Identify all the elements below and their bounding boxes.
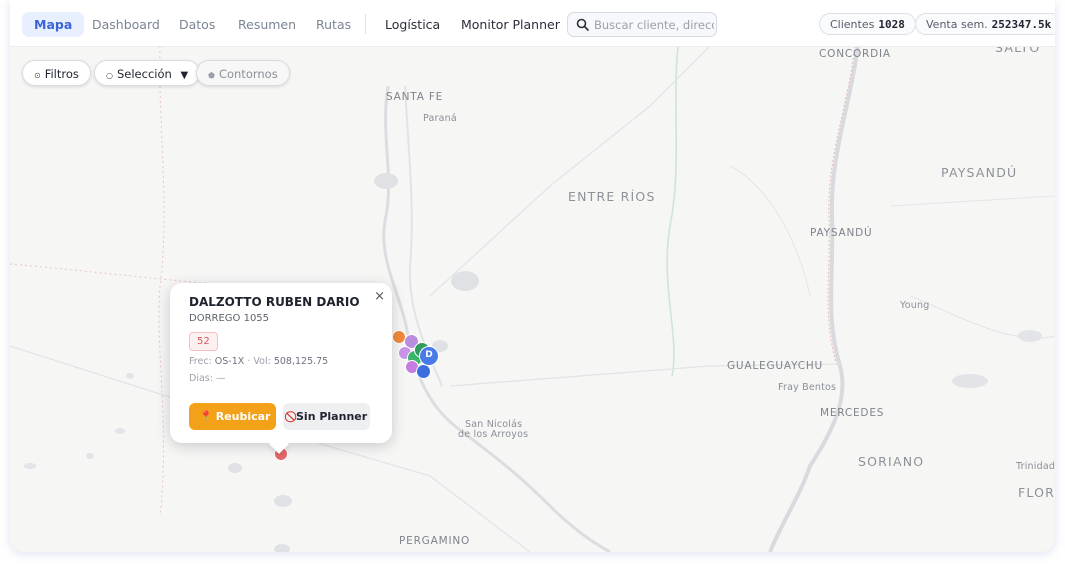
label-mercedes: MERCEDES (820, 407, 885, 419)
tab-resumen[interactable]: Resumen (226, 12, 308, 37)
vol-value: 508,125.75 (273, 356, 329, 367)
label-fray-bentos: Fray Bentos (778, 382, 837, 393)
filtros-label: Filtros (44, 67, 79, 81)
map-canvas[interactable]: SANTA FE Paraná ENTRE RÍOS CONCORDIA SAL… (10, 40, 1055, 552)
venta-value: 252347.5k (991, 18, 1052, 31)
clientes-stat: Clientes 1028 (819, 13, 916, 35)
client-badge: 52 (189, 332, 218, 351)
meta-separator: · (247, 356, 251, 367)
contornos-label: Contornos (218, 67, 278, 81)
label-trinidad: Trinidad (1016, 461, 1055, 472)
caret-down-icon: ▼ (180, 70, 189, 81)
sin-planner-label: Sin Planner (296, 410, 368, 423)
sin-planner-button[interactable]: ⃠Sin Planner (283, 403, 370, 430)
pentagon-icon: ⬟ (208, 71, 215, 80)
frec-value: OS-1X (214, 356, 245, 367)
filtros-button[interactable]: ⊙ Filtros (22, 60, 91, 86)
label-flores: FLORE (1018, 485, 1055, 500)
filter-icon: ⊙ (34, 71, 41, 80)
close-icon[interactable]: × (374, 289, 385, 304)
seleccion-dropdown[interactable]: ○ Selección ▼ (94, 60, 201, 86)
client-dias: Dias: — (189, 373, 225, 384)
clientes-label: Clientes (830, 18, 875, 31)
tab-monitor-planner[interactable]: Monitor Planner (449, 12, 572, 37)
dias-label: Dias: (189, 373, 213, 384)
clientes-value: 1028 (878, 18, 905, 31)
label-pergamino: PERGAMINO (399, 535, 471, 547)
client-frec-vol: Frec: OS-1X · Vol: 508,125.75 (189, 356, 328, 367)
client-address: DORREGO 1055 (189, 313, 270, 324)
nav-divider (365, 14, 366, 34)
tab-dashboard[interactable]: Dashboard (80, 12, 172, 37)
label-entre-rios: ENTRE RÍOS (568, 189, 656, 204)
seleccion-label: Selección (116, 67, 172, 81)
label-gualeguaychu: GUALEGUAYCHU (727, 360, 824, 372)
label-paysandu-region: PAYSANDÚ (941, 165, 1018, 180)
search-icon (576, 18, 589, 31)
search-input[interactable] (594, 13, 714, 36)
map-marker[interactable] (416, 364, 431, 379)
label-parana: Paraná (423, 113, 457, 124)
label-young: Young (900, 300, 930, 311)
circle-icon: ○ (106, 71, 113, 80)
client-name: DALZOTTO RUBEN DARIO (189, 295, 360, 309)
venta-stat: Venta sem. 252347.5k (915, 13, 1055, 35)
tab-logistica[interactable]: Logística (373, 12, 452, 37)
search-box (567, 12, 717, 37)
vol-label: Vol: (253, 356, 271, 367)
pin-icon: 📍 (199, 410, 213, 423)
label-paysandu-city: PAYSANDÚ (810, 227, 873, 239)
tab-datos[interactable]: Datos (167, 12, 227, 37)
reubicar-label: Reubicar (215, 410, 271, 423)
label-de-los-arroyos: de los Arroyos (458, 429, 529, 440)
map-base-layer (10, 46, 1055, 552)
label-soriano: SORIANO (858, 454, 925, 469)
dias-value: — (215, 373, 226, 384)
app-frame: Mapa Dashboard Datos Resumen Rutas Logís… (10, 0, 1055, 552)
frec-label: Frec: (189, 356, 212, 367)
client-popup: DALZOTTO RUBEN DARIO × DORREGO 1055 52 F… (170, 283, 392, 443)
reubicar-button[interactable]: 📍 Reubicar (189, 403, 276, 430)
label-santa-fe: SANTA FE (386, 91, 444, 103)
venta-label: Venta sem. (926, 18, 988, 31)
label-concordia: CONCORDIA (819, 48, 891, 60)
tab-mapa[interactable]: Mapa (22, 12, 85, 37)
top-navbar: Mapa Dashboard Datos Resumen Rutas Logís… (10, 0, 1055, 47)
cluster-marker[interactable]: D (419, 346, 439, 366)
cluster-marker-label: D (425, 350, 433, 360)
tab-rutas[interactable]: Rutas (304, 12, 363, 37)
contornos-button[interactable]: ⬟ Contornos (196, 60, 290, 86)
